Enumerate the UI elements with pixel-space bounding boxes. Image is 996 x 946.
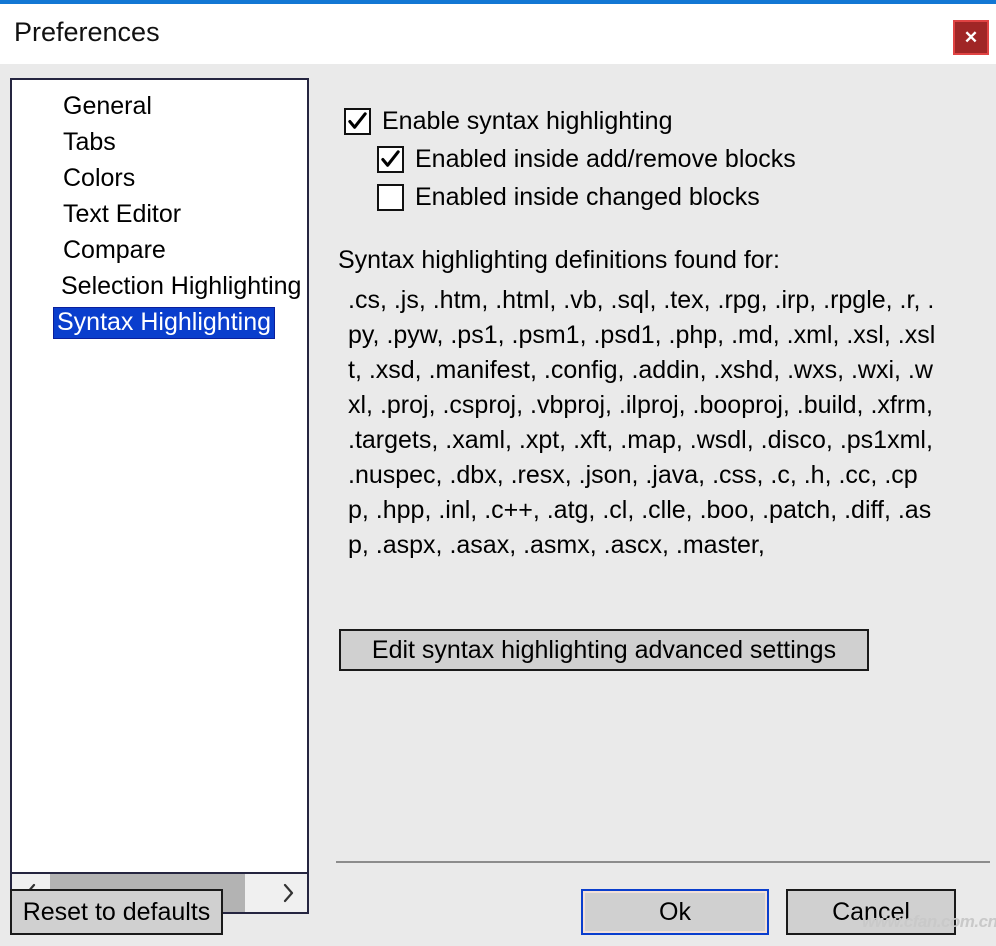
- sidebar-item-general[interactable]: General: [60, 92, 155, 122]
- sidebar-item-tabs[interactable]: Tabs: [60, 128, 119, 158]
- scroll-right-arrow-icon[interactable]: [269, 874, 307, 912]
- title-bar: Preferences ✕: [0, 4, 996, 64]
- cancel-button[interactable]: Cancel: [786, 889, 956, 935]
- edit-advanced-settings-button[interactable]: Edit syntax highlighting advanced settin…: [339, 629, 869, 671]
- settings-pane: Enable syntax highlighting Enabled insid…: [336, 68, 976, 946]
- sidebar-item-label: Tabs: [63, 128, 116, 156]
- checkbox-label: Enable syntax highlighting: [382, 107, 673, 135]
- checkbox-enabled-inside-changed-blocks[interactable]: [377, 184, 404, 211]
- reset-to-defaults-button[interactable]: Reset to defaults: [10, 889, 223, 935]
- definitions-extension-list: .cs, .js, .htm, .html, .vb, .sql, .tex, …: [348, 286, 936, 559]
- page-title: Preferences: [14, 17, 160, 47]
- sidebar-item-label: General: [63, 92, 152, 120]
- checkbox-row-enabled-inside-add-remove-blocks[interactable]: Enabled inside add/remove blocks: [377, 146, 796, 173]
- checkbox-row-enabled-inside-changed-blocks[interactable]: Enabled inside changed blocks: [377, 184, 760, 211]
- sidebar-item-selection-highlighting[interactable]: Selection Highlighting: [58, 272, 304, 302]
- checkbox-enabled-inside-add-remove-blocks[interactable]: [377, 146, 404, 173]
- checkbox-enable-syntax-highlighting[interactable]: [344, 108, 371, 135]
- sidebar-item-label: Selection Highlighting: [61, 272, 302, 300]
- sidebar-item-text-editor[interactable]: Text Editor: [60, 200, 184, 230]
- sidebar-item-label: Syntax Highlighting: [52, 307, 276, 339]
- checkbox-row-enable-syntax-highlighting[interactable]: Enable syntax highlighting: [344, 108, 672, 135]
- sidebar-item-label: Colors: [63, 164, 136, 192]
- close-button[interactable]: ✕: [953, 20, 989, 55]
- category-listbox[interactable]: General Tabs Colors Text Editor Compare …: [10, 78, 309, 874]
- sidebar-item-compare[interactable]: Compare: [60, 236, 169, 266]
- footer-separator: [336, 861, 990, 863]
- sidebar-item-label: Compare: [63, 236, 166, 264]
- checkbox-label: Enabled inside changed blocks: [415, 183, 760, 211]
- definitions-heading: Syntax highlighting definitions found fo…: [338, 246, 780, 274]
- close-icon: ✕: [963, 28, 979, 47]
- checkbox-label: Enabled inside add/remove blocks: [415, 145, 796, 173]
- sidebar-item-colors[interactable]: Colors: [60, 164, 138, 194]
- ok-button[interactable]: Ok: [581, 889, 769, 935]
- dialog-body: General Tabs Colors Text Editor Compare …: [0, 68, 996, 946]
- sidebar-item-syntax-highlighting[interactable]: Syntax Highlighting: [52, 307, 276, 339]
- sidebar-item-label: Text Editor: [63, 200, 182, 228]
- preferences-dialog: Preferences ✕ General Tabs Colors Text E…: [0, 0, 996, 946]
